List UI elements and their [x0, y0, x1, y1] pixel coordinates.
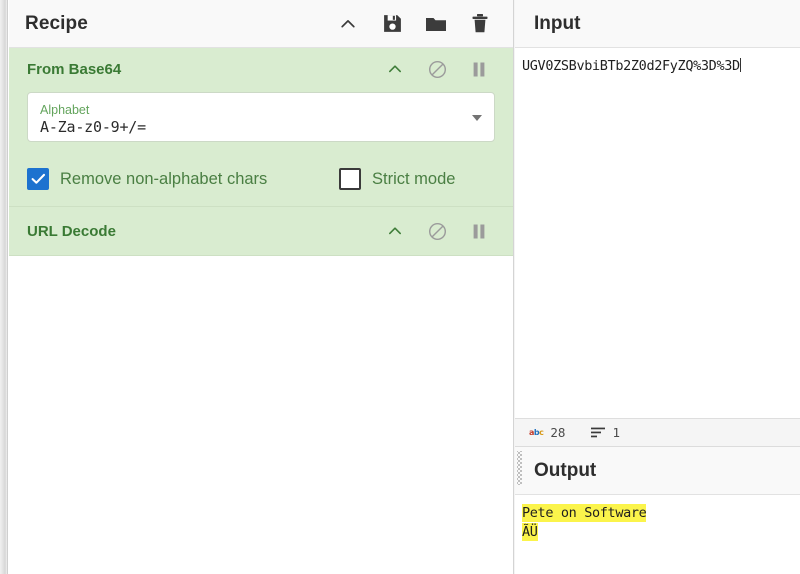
output-line: Pete on Software — [522, 504, 796, 523]
abc-icon: abc — [529, 428, 544, 437]
operation-checkbox-row: Remove non-alphabet chars Strict mode — [9, 156, 513, 206]
recipe-title-icons — [337, 13, 499, 35]
collapse-chevron-up-icon[interactable] — [337, 13, 359, 35]
output-editor[interactable]: Pete on Software ÃÜ — [515, 496, 800, 574]
input-title-bar: Input — [515, 0, 800, 48]
output-pane: Output Pete on Software ÃÜ — [515, 446, 800, 574]
input-lines-stat: 1 — [591, 425, 620, 440]
output-line-1: Pete on Software — [522, 504, 647, 522]
output-title-bar: Output — [515, 447, 800, 495]
input-status-bar: abc 28 1 — [515, 418, 800, 446]
operation-header: From Base64 — [9, 48, 513, 90]
text-caret — [739, 58, 741, 72]
recipe-operation-list: From Base64 Alphabet A-Za-z0-9+/= Remove… — [9, 48, 513, 574]
input-length-stat: abc 28 — [529, 425, 565, 440]
output-title: Output — [534, 459, 597, 481]
alphabet-label: Alphabet — [40, 102, 90, 117]
operation-icons — [385, 221, 499, 241]
cyberchef-app: Recipe From Base64 Alphabet A-Za-z0-9+/=… — [0, 0, 800, 574]
input-text[interactable]: UGV0ZSBvbiBTb2Z0d2FyZQ%3D%3D — [515, 49, 800, 82]
remove-non-alphabet-chars-checkbox[interactable]: Remove non-alphabet chars — [27, 168, 339, 190]
lines-icon — [591, 427, 606, 438]
operation-header: URL Decode — [9, 207, 513, 255]
operation-title: URL Decode — [27, 222, 116, 240]
output-line-2: ÃÜ — [522, 523, 538, 541]
clear-recipe-trash-icon[interactable] — [469, 13, 491, 35]
input-pane: Input UGV0ZSBvbiBTb2Z0d2FyZQ%3D%3D abc 2… — [515, 0, 800, 446]
checkbox-checked-icon[interactable] — [27, 168, 49, 190]
chevron-down-icon[interactable] — [472, 115, 482, 121]
recipe-operation-from-base64[interactable]: From Base64 Alphabet A-Za-z0-9+/= Remove… — [9, 48, 513, 207]
input-length-value: 28 — [550, 425, 566, 440]
save-recipe-icon[interactable] — [381, 13, 403, 35]
checkbox-label: Strict mode — [372, 169, 456, 188]
operation-arguments: Alphabet A-Za-z0-9+/= — [9, 90, 513, 156]
input-title: Input — [534, 12, 581, 34]
output-text: Pete on Software ÃÜ — [515, 496, 800, 548]
output-line: ÃÜ — [522, 523, 796, 542]
output-pane-drag-handle[interactable] — [517, 451, 522, 485]
strict-mode-checkbox[interactable]: Strict mode — [339, 168, 455, 190]
input-lines-value: 1 — [612, 425, 620, 440]
recipe-title: Recipe — [25, 12, 88, 34]
operation-icons — [385, 59, 499, 79]
recipe-operation-url-decode[interactable]: URL Decode — [9, 207, 513, 256]
load-recipe-folder-icon[interactable] — [425, 13, 447, 35]
alphabet-value: A-Za-z0-9+/= — [40, 117, 146, 136]
input-editor[interactable]: UGV0ZSBvbiBTb2Z0d2FyZQ%3D%3D — [515, 49, 800, 418]
checkbox-unchecked-icon[interactable] — [339, 168, 361, 190]
recipe-scroll-gutter[interactable] — [0, 0, 8, 574]
io-column: Input UGV0ZSBvbiBTb2Z0d2FyZQ%3D%3D abc 2… — [515, 0, 800, 574]
disable-operation-icon[interactable] — [427, 59, 447, 79]
recipe-title-bar: Recipe — [9, 0, 513, 48]
recipe-pane: Recipe From Base64 Alphabet A-Za-z0-9+/=… — [0, 0, 514, 574]
operation-collapse-icon[interactable] — [385, 221, 405, 241]
recipe-empty-drop-area[interactable] — [9, 256, 513, 556]
operation-collapse-icon[interactable] — [385, 59, 405, 79]
checkbox-label: Remove non-alphabet chars — [60, 169, 268, 188]
disable-operation-icon[interactable] — [427, 221, 447, 241]
input-value: UGV0ZSBvbiBTb2Z0d2FyZQ%3D%3D — [522, 58, 740, 74]
operation-title: From Base64 — [27, 60, 122, 78]
set-breakpoint-pause-icon[interactable] — [469, 59, 489, 79]
alphabet-select[interactable]: Alphabet A-Za-z0-9+/= — [27, 92, 495, 142]
set-breakpoint-pause-icon[interactable] — [469, 221, 489, 241]
